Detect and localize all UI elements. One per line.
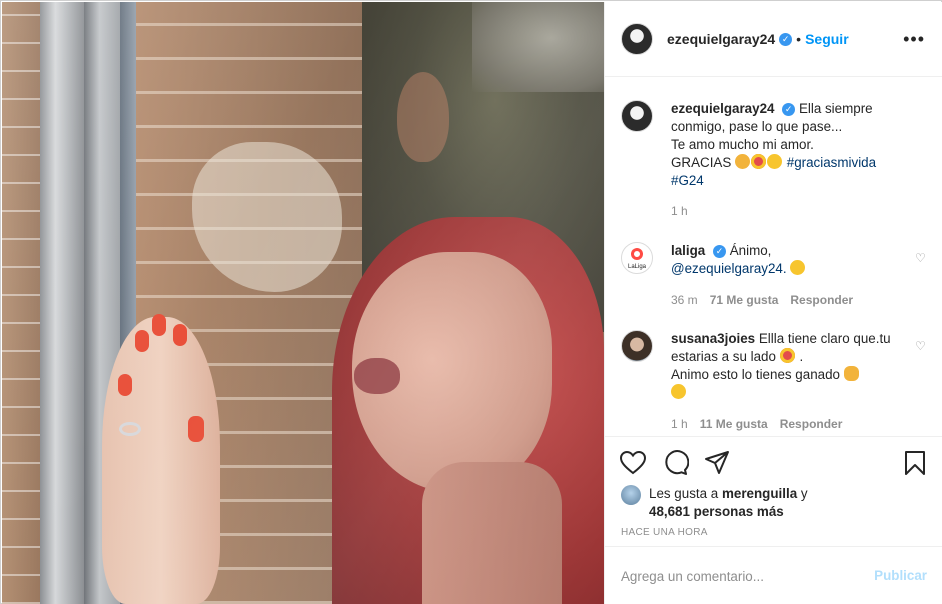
post-photo[interactable] — [2, 2, 604, 604]
liker-username[interactable]: merenguilla — [722, 486, 797, 501]
likes-count[interactable]: 48,681 personas más — [649, 503, 784, 521]
flexed-biceps-emoji — [735, 154, 751, 169]
caption-line3: GRACIAS — [671, 155, 732, 170]
publish-button[interactable]: Publicar — [874, 568, 927, 583]
verified-icon: ✓ — [782, 103, 796, 116]
add-comment-bar: Publicar — [605, 546, 942, 604]
more-icon[interactable]: ••• — [903, 30, 925, 48]
separator-dot: • — [796, 31, 802, 47]
comment-input[interactable] — [621, 566, 861, 586]
comment-text: susana3joies Ellla tiene claro que.tu es… — [671, 330, 901, 402]
post-timestamp[interactable]: HACE UNA HORA — [621, 527, 708, 538]
post-dialog: ezequielgaray24 ✓ • Seguir ••• ezequielg… — [0, 0, 942, 604]
comment-body: Ánimo, — [729, 243, 772, 258]
laliga-logo: LaLiga — [628, 248, 647, 270]
verified-icon: ✓ — [712, 245, 726, 258]
heart-eyes-emoji — [751, 154, 767, 169]
likes-prefix: Les gusta a — [649, 486, 719, 501]
comment-item: susana3joies Ellla tiene claro que.tu es… — [621, 330, 927, 431]
author-username[interactable]: ezequielgaray24 — [667, 31, 775, 47]
laliga-avatar[interactable]: LaLiga — [621, 242, 653, 274]
comment-likes[interactable]: 71 Me gusta — [710, 293, 779, 307]
comment-icon[interactable] — [661, 449, 689, 477]
caption: ezequielgaray24 ✓ Ella siempre conmigo, … — [621, 100, 927, 240]
caption-avatar[interactable] — [621, 100, 653, 132]
glass-glare — [2, 2, 604, 604]
comment-text: laliga ✓ Ánimo, @ezequielgaray24. — [671, 242, 901, 278]
reply-button[interactable]: Responder — [780, 417, 843, 431]
post-sidebar: ezequielgaray24 ✓ • Seguir ••• ezequielg… — [604, 2, 942, 604]
comment-mention[interactable]: @ezequielgaray24. — [671, 261, 787, 276]
comment-meta: 1 h 11 Me gusta Responder — [671, 417, 842, 431]
verified-icon: ✓ — [779, 32, 793, 46]
caption-line2: Te amo mucho mi amor. — [671, 137, 814, 152]
caption-text: ezequielgaray24 ✓ Ella siempre conmigo, … — [671, 100, 901, 190]
wink-emoji — [671, 384, 686, 399]
caption-time: 1 h — [671, 204, 688, 218]
ok-hand-emoji — [843, 366, 859, 381]
caption-username[interactable]: ezequielgaray24 — [671, 101, 774, 116]
comment-like-icon[interactable]: ♡ — [915, 252, 927, 264]
likes-line1: Les gusta a merenguilla y — [649, 485, 808, 503]
bookmark-icon[interactable] — [901, 449, 929, 477]
author-avatar[interactable] — [621, 23, 653, 55]
comment-time: 36 m — [671, 293, 698, 307]
hashtag-graciasmivida[interactable]: #graciasmivida — [787, 155, 876, 170]
hashtag-g24[interactable]: #G24 — [671, 173, 704, 188]
action-bar — [619, 449, 929, 477]
kiss-emoji — [767, 154, 783, 169]
share-icon[interactable] — [703, 449, 731, 477]
post-actions-section: Les gusta a merenguilla y 48,681 persona… — [605, 436, 942, 546]
liker-avatar[interactable] — [621, 485, 641, 505]
comment-like-icon[interactable]: ♡ — [915, 340, 927, 352]
comment-meta: 36 m 71 Me gusta Responder — [671, 293, 853, 307]
comment-likes[interactable]: 11 Me gusta — [700, 417, 768, 431]
follow-button[interactable]: Seguir — [805, 31, 849, 47]
susana-avatar[interactable] — [621, 330, 653, 362]
comment-item: LaLiga laliga ✓ Ánimo, @ezequielgaray24.… — [621, 242, 927, 318]
reply-button[interactable]: Responder — [790, 293, 853, 307]
smile-emoji — [790, 260, 806, 275]
heart-eyes-emoji — [779, 348, 795, 363]
comment-username[interactable]: susana3joies — [671, 331, 755, 346]
comment-list[interactable]: ezequielgaray24 ✓ Ella siempre conmigo, … — [605, 78, 942, 436]
comment-time: 1 h — [671, 417, 688, 431]
comment-body-end: . — [799, 349, 804, 364]
likes-suffix: y — [800, 486, 808, 501]
heart-icon[interactable] — [619, 449, 647, 477]
laliga-logo-text: LaLiga — [628, 264, 647, 270]
comment-body-2: Animo esto lo tienes ganado — [671, 367, 840, 382]
post-header: ezequielgaray24 ✓ • Seguir ••• — [605, 2, 942, 77]
comment-username[interactable]: laliga — [671, 243, 705, 258]
